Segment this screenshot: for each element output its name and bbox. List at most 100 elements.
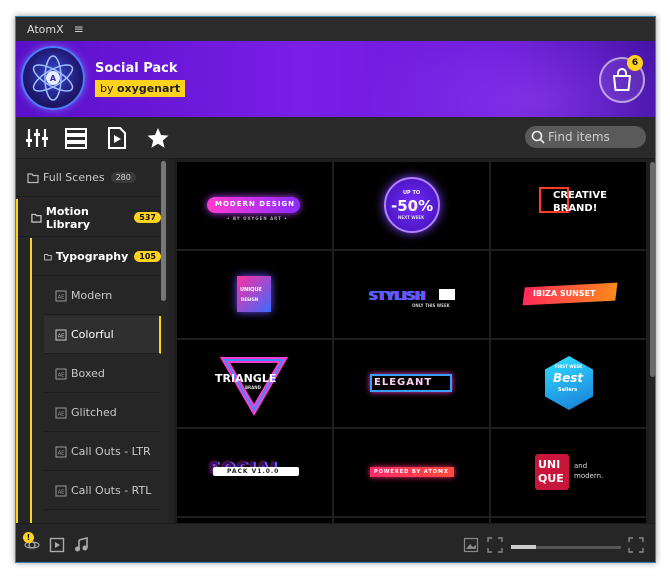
ae-file-icon: AE <box>55 329 67 340</box>
item-tile-ibiza-sunset[interactable]: IBIZA SUNSET <box>491 251 646 338</box>
tile-text: FIRST WEEK <box>555 364 583 369</box>
sidebar-item-label: Motion Library <box>45 204 90 231</box>
ae-file-icon: AE <box>55 407 67 418</box>
sidebar-item-modern[interactable]: AE Modern <box>44 277 161 315</box>
tree-guide-line <box>30 238 32 523</box>
author-name: oxygenart <box>117 82 181 95</box>
cart-count-badge: 6 <box>627 55 643 71</box>
sidebar-item-glitched[interactable]: AE Glitched <box>44 394 161 432</box>
app-title: AtomX <box>27 22 64 36</box>
search-icon <box>531 130 545 144</box>
pack-title: Social Pack <box>95 61 178 76</box>
tree-guide-line <box>16 199 18 523</box>
sidebar-item-typography[interactable]: Typography 105 <box>30 238 161 276</box>
tile-text: -50% <box>391 197 434 215</box>
sidebar-item-label: Boxed <box>71 367 105 380</box>
folder-icon <box>44 253 52 260</box>
tile-text: MODERN DESIGN <box>215 200 296 208</box>
sidebar-scrollbar[interactable] <box>161 161 166 301</box>
search-box[interactable] <box>525 126 646 148</box>
tile-text: modern. <box>574 472 604 480</box>
tile-text: POWERED BY ATOMX <box>374 469 449 475</box>
ae-file-icon: AE <box>55 446 67 457</box>
tile-text: UNI <box>538 458 561 471</box>
sidebar-item-label: Full Scenes <box>43 171 105 184</box>
svg-text:A: A <box>50 74 57 83</box>
ae-file-icon: AE <box>55 485 67 496</box>
tile-subtext: BRAND <box>245 385 261 390</box>
item-grid: MODERN DESIGN • BY OXYGEN ART • UP TO -5… <box>174 159 650 523</box>
item-tile-powered-by-atomx[interactable]: POWERED BY ATOMX <box>334 429 489 516</box>
sidebar-item-colorful[interactable]: AE Colorful <box>44 316 161 354</box>
sidebar-item-label: Call Outs - RTL <box>71 484 152 497</box>
sidebar-item-label: Modern <box>71 289 113 302</box>
item-tile-stylish[interactable]: STYLISH ONLY THIS WEEK <box>334 251 489 338</box>
item-tile-unique-design[interactable]: UNIQUE DESIGN <box>177 251 332 338</box>
svg-text:AE: AE <box>58 372 65 378</box>
grid-scrollbar[interactable] <box>650 162 655 377</box>
tile-text: UP TO <box>403 190 421 196</box>
sidebar-item-boxed[interactable]: AE Boxed <box>44 355 161 393</box>
item-tile-best-sellers[interactable]: FIRST WEEK Best Sellers <box>491 340 646 427</box>
item-count-badge: 105 <box>134 251 161 262</box>
item-tile-unique-modern[interactable]: UNI QUE and modern. <box>491 429 646 516</box>
fullscreen-icon[interactable] <box>628 537 644 553</box>
sidebar-item-label: Typography <box>55 250 129 263</box>
tile-text: IBIZA SUNSET <box>533 289 596 298</box>
title-bar: AtomX ≡ <box>16 17 655 41</box>
pack-banner: A Social Pack by oxygenart 6 <box>16 41 655 117</box>
hamburger-menu-icon[interactable]: ≡ <box>74 22 84 36</box>
sidebar-item-full-scenes[interactable]: Full Scenes 280 <box>16 159 161 197</box>
tile-text: Best <box>553 371 584 385</box>
sidebar-item-callouts-ltr[interactable]: AE Call Outs - LTR <box>44 433 161 471</box>
item-count-badge: 537 <box>134 212 161 223</box>
small-thumbnail-icon[interactable] <box>463 537 479 553</box>
item-count-badge: 280 <box>110 172 136 183</box>
fit-screen-icon[interactable] <box>487 537 503 553</box>
sidebar-item-motion-library[interactable]: Motion Library 537 <box>16 199 161 237</box>
tile-plus-box <box>439 289 455 300</box>
sidebar-item-label: Colorful <box>71 328 114 341</box>
ae-file-icon: AE <box>55 290 67 301</box>
media-file-icon[interactable] <box>105 126 129 150</box>
item-tile-elegant[interactable]: ELEGANT <box>334 340 489 427</box>
tile-text: STYLISH <box>368 289 425 303</box>
tile-text: TRIANGLE <box>215 372 277 385</box>
folder-icon <box>27 172 39 183</box>
category-sidebar: Full Scenes 280 Motion Library 537 Typog… <box>16 159 168 523</box>
svg-text:AE: AE <box>58 450 65 456</box>
author-badge[interactable]: by oxygenart <box>95 80 186 97</box>
folder-icon <box>31 213 42 223</box>
tile-subtext: • BY OXYGEN ART • <box>227 216 288 221</box>
tile-text: QUE <box>538 472 564 485</box>
favorites-star-icon[interactable] <box>146 126 170 150</box>
item-tile-social-pack[interactable]: SOCIAL PACK V1.0.0 <box>177 429 332 516</box>
svg-text:AE: AE <box>58 294 65 300</box>
svg-text:AE: AE <box>58 333 65 339</box>
tile-text: Sellers <box>558 387 578 393</box>
tile-square <box>237 276 271 312</box>
item-tile-triangle-brand[interactable]: TRIANGLE BRAND <box>177 340 332 427</box>
sliders-icon[interactable] <box>25 126 49 150</box>
play-preview-icon[interactable] <box>49 537 65 553</box>
sidebar-item-label: Call Outs - LTR <box>71 445 151 458</box>
svg-text:AE: AE <box>58 489 65 495</box>
warning-icon[interactable]: ! <box>23 532 34 543</box>
svg-text:AE: AE <box>58 411 65 417</box>
search-input[interactable] <box>548 130 643 144</box>
list-view-icon[interactable] <box>64 126 88 150</box>
sidebar-item-partial[interactable] <box>44 511 161 523</box>
music-note-icon[interactable] <box>73 537 89 553</box>
author-prefix: by <box>100 82 114 95</box>
toolbar <box>16 117 655 159</box>
item-tile-creative-brand[interactable]: CREATIVE BRAND! <box>491 162 646 249</box>
sidebar-item-callouts-rtl[interactable]: AE Call Outs - RTL <box>44 472 161 510</box>
tile-text: BRAND! <box>553 203 598 214</box>
tile-text: and <box>574 462 588 470</box>
atom-logo-icon: A <box>21 46 85 110</box>
tile-text: PACK V1.0.0 <box>227 468 280 475</box>
sidebar-item-label: Glitched <box>71 406 117 419</box>
item-tile-discount[interactable]: UP TO -50% NEXT WEEK <box>334 162 489 249</box>
item-tile-modern-design[interactable]: MODERN DESIGN • BY OXYGEN ART • <box>177 162 332 249</box>
ae-file-icon: AE <box>55 368 67 379</box>
